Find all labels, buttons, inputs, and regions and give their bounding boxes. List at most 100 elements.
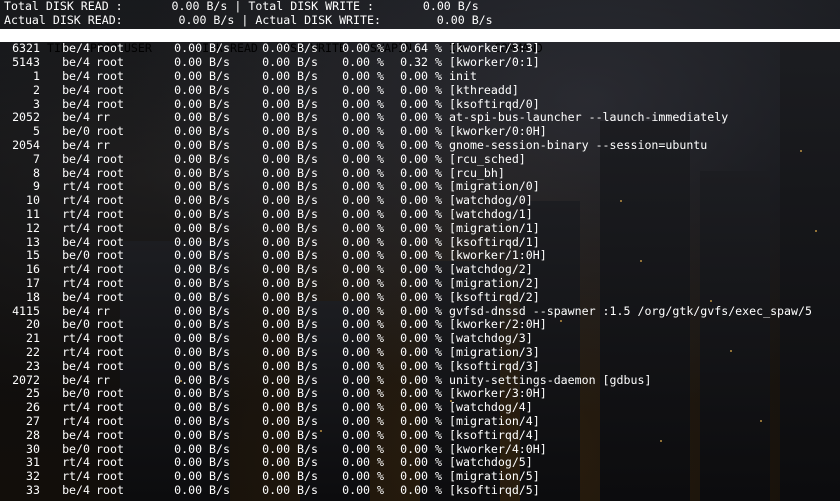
row-user: root — [96, 400, 124, 415]
row-disk-read: 0.00 B/s — [174, 206, 230, 221]
row-disk-write: 0.00 B/s — [262, 289, 318, 304]
row-command: [ksoftirqd/3] — [449, 358, 540, 373]
row-command: [kworker/0:1] — [449, 55, 540, 70]
process-list: 6321 be/4 root 0.00 B/s 0.00 B/s 0.00 % 0.64 %… — [0, 42, 840, 497]
row-disk-write: 0.00 B/s — [262, 248, 318, 263]
process-row[interactable]: 5 be/0 root 0.00 B/s 0.00 B/s 0.00 % 0.00 % [kw… — [0, 124, 840, 139]
process-row[interactable]: 2072 be/4 rr 0.00 B/s 0.00 B/s 0.00 % 0.00 % un… — [0, 372, 840, 388]
process-row[interactable]: 11 rt/4 root 0.00 B/s 0.00 B/s 0.00 % 0.00 % [w… — [0, 206, 840, 222]
row-disk-write: 0.00 B/s — [262, 317, 318, 332]
iotop-terminal[interactable]: Total DISK READ : 0.00 B/s | Total DISK … — [0, 0, 840, 498]
process-row[interactable]: 33 be/4 root 0.00 B/s 0.00 B/s 0.00 % 0.00 % [k… — [0, 482, 840, 498]
process-row[interactable]: 18 be/4 root 0.00 B/s 0.00 B/s 0.00 % 0.00 % [k… — [0, 289, 840, 305]
row-disk-write: 0.00 B/s — [262, 206, 318, 221]
row-disk-read: 0.00 B/s — [174, 41, 230, 56]
row-disk-read: 0.00 B/s — [174, 427, 230, 442]
row-swapin: 0.00 % — [342, 275, 384, 290]
process-row[interactable]: 2052 be/4 rr 0.00 B/s 0.00 B/s 0.00 % 0.00 % at… — [0, 111, 840, 125]
row-io: 0.00 % — [400, 344, 442, 359]
row-user: root — [96, 317, 124, 332]
row-prio: rt/4 — [62, 262, 90, 277]
row-prio: be/0 — [62, 386, 90, 401]
row-disk-write: 0.00 B/s — [262, 110, 318, 125]
row-user: root — [96, 220, 124, 235]
row-prio: be/4 — [62, 55, 90, 70]
row-disk-read: 0.00 B/s — [174, 165, 230, 180]
actual-write-value: 0.00 B/s — [436, 12, 493, 27]
process-row[interactable]: 3 be/4 root 0.00 B/s 0.00 B/s 0.00 % 0.00 % [ks… — [0, 96, 840, 112]
process-row[interactable]: 30 be/0 root 0.00 B/s 0.00 B/s 0.00 % 0.00 % [k… — [0, 441, 840, 457]
process-row[interactable]: 2054 be/4 rr 0.00 B/s 0.00 B/s 0.00 % 0.00 % gn… — [0, 138, 840, 153]
row-user: root — [96, 206, 124, 221]
row-disk-read: 0.00 B/s — [174, 303, 230, 318]
row-disk-write: 0.00 B/s — [262, 344, 318, 359]
row-swapin: 0.00 % — [342, 193, 384, 208]
row-command: [rcu_bh] — [449, 165, 505, 180]
process-row[interactable]: 5143 be/4 root 0.00 B/s 0.00 B/s 0.00 % 0.32 %… — [0, 55, 840, 70]
process-row[interactable]: 9 rt/4 root 0.00 B/s 0.00 B/s 0.00 % 0.00 % [mi… — [0, 180, 840, 194]
row-disk-write: 0.00 B/s — [262, 372, 318, 387]
process-row[interactable]: 1 be/4 root 0.00 B/s 0.00 B/s 0.00 % 0.00 % ini… — [0, 69, 840, 84]
process-row[interactable]: 20 be/0 root 0.00 B/s 0.00 B/s 0.00 % 0.00 % [k… — [0, 318, 840, 332]
row-disk-read: 0.00 B/s — [174, 317, 230, 332]
row-disk-write: 0.00 B/s — [262, 413, 318, 428]
summary-actual-line: Actual DISK READ: 0.00 B/s | Actual DISK… — [0, 12, 840, 28]
row-command: [ksoftirqd/1] — [449, 234, 540, 249]
row-disk-write: 0.00 B/s — [262, 275, 318, 290]
row-disk-read: 0.00 B/s — [174, 441, 230, 456]
row-swapin: 0.00 % — [342, 248, 384, 263]
row-disk-read: 0.00 B/s — [174, 413, 230, 428]
process-row[interactable]: 6321 be/4 root 0.00 B/s 0.00 B/s 0.00 % 0.64 %… — [0, 42, 840, 56]
row-command: [watchdog/4] — [449, 400, 533, 415]
summary-total-line: Total DISK READ : 0.00 B/s | Total DISK … — [0, 0, 840, 14]
row-user: root — [96, 331, 124, 346]
row-command: [kworker/3:3] — [449, 41, 540, 56]
row-disk-write: 0.00 B/s — [262, 482, 318, 497]
row-user: root — [96, 165, 124, 180]
row-swapin: 0.00 % — [342, 96, 384, 111]
row-user: root — [96, 469, 124, 484]
row-disk-read: 0.00 B/s — [174, 55, 230, 70]
row-io: 0.00 % — [400, 165, 442, 180]
process-row[interactable]: 10 rt/4 root 0.00 B/s 0.00 B/s 0.00 % 0.00 % [w… — [0, 193, 840, 208]
row-tid: 11 — [26, 206, 40, 221]
row-io: 0.00 % — [400, 275, 442, 290]
total-read-label: Total DISK READ : — [4, 0, 123, 13]
process-row[interactable]: 32 rt/4 root 0.00 B/s 0.00 B/s 0.00 % 0.00 % [m… — [0, 469, 840, 484]
row-tid: 9 — [33, 179, 40, 194]
process-row[interactable]: 21 rt/4 root 0.00 B/s 0.00 B/s 0.00 % 0.00 % [w… — [0, 331, 840, 346]
row-command: [rcu_sched] — [449, 151, 526, 166]
process-row[interactable]: 8 be/4 root 0.00 B/s 0.00 B/s 0.00 % 0.00 % [rc… — [0, 165, 840, 181]
row-io: 0.00 % — [400, 317, 442, 332]
row-disk-write: 0.00 B/s — [262, 303, 318, 318]
row-disk-read: 0.00 B/s — [174, 262, 230, 277]
row-command: unity-settings-daemon [gdbus] — [449, 372, 652, 387]
row-disk-read: 0.00 B/s — [174, 275, 230, 290]
process-row[interactable]: 28 be/4 root 0.00 B/s 0.00 B/s 0.00 % 0.00 % [k… — [0, 427, 840, 443]
row-disk-write: 0.00 B/s — [262, 441, 318, 456]
process-row[interactable]: 15 be/0 root 0.00 B/s 0.00 B/s 0.00 % 0.00 % [k… — [0, 249, 840, 263]
process-row[interactable]: 25 be/0 root 0.00 B/s 0.00 B/s 0.00 % 0.00 % [k… — [0, 387, 840, 401]
process-row[interactable]: 26 rt/4 root 0.00 B/s 0.00 B/s 0.00 % 0.00 % [w… — [0, 400, 840, 415]
row-disk-read: 0.00 B/s — [174, 400, 230, 415]
row-swapin: 0.00 % — [342, 206, 384, 221]
process-row[interactable]: 22 rt/4 root 0.00 B/s 0.00 B/s 0.00 % 0.00 % [m… — [0, 344, 840, 360]
process-row[interactable]: 12 rt/4 root 0.00 B/s 0.00 B/s 0.00 % 0.00 % [m… — [0, 220, 840, 236]
process-row[interactable]: 17 rt/4 root 0.00 B/s 0.00 B/s 0.00 % 0.00 % [m… — [0, 275, 840, 291]
row-user: root — [96, 262, 124, 277]
row-user: root — [96, 344, 124, 359]
row-io: 0.00 % — [400, 193, 442, 208]
process-row[interactable]: 4115 be/4 rr 0.00 B/s 0.00 B/s 0.00 % 0.00 % gv… — [0, 303, 840, 319]
row-swapin: 0.00 % — [342, 55, 384, 70]
process-row[interactable]: 13 be/4 root 0.00 B/s 0.00 B/s 0.00 % 0.00 % [k… — [0, 234, 840, 250]
process-row[interactable]: 7 be/4 root 0.00 B/s 0.00 B/s 0.00 % 0.00 % [rc… — [0, 151, 840, 167]
row-tid: 17 — [26, 275, 40, 290]
process-row[interactable]: 31 rt/4 root 0.00 B/s 0.00 B/s 0.00 % 0.00 % [w… — [0, 455, 840, 470]
row-swapin: 0.00 % — [342, 317, 384, 332]
process-row[interactable]: 2 be/4 root 0.00 B/s 0.00 B/s 0.00 % 0.00 % [kt… — [0, 82, 840, 98]
process-row[interactable]: 23 be/4 root 0.00 B/s 0.00 B/s 0.00 % 0.00 % [k… — [0, 358, 840, 374]
row-user: root — [96, 82, 124, 97]
row-command: [migration/2] — [449, 275, 540, 290]
process-row[interactable]: 27 rt/4 root 0.00 B/s 0.00 B/s 0.00 % 0.00 % [m… — [0, 413, 840, 429]
process-row[interactable]: 16 rt/4 root 0.00 B/s 0.00 B/s 0.00 % 0.00 % [w… — [0, 262, 840, 277]
